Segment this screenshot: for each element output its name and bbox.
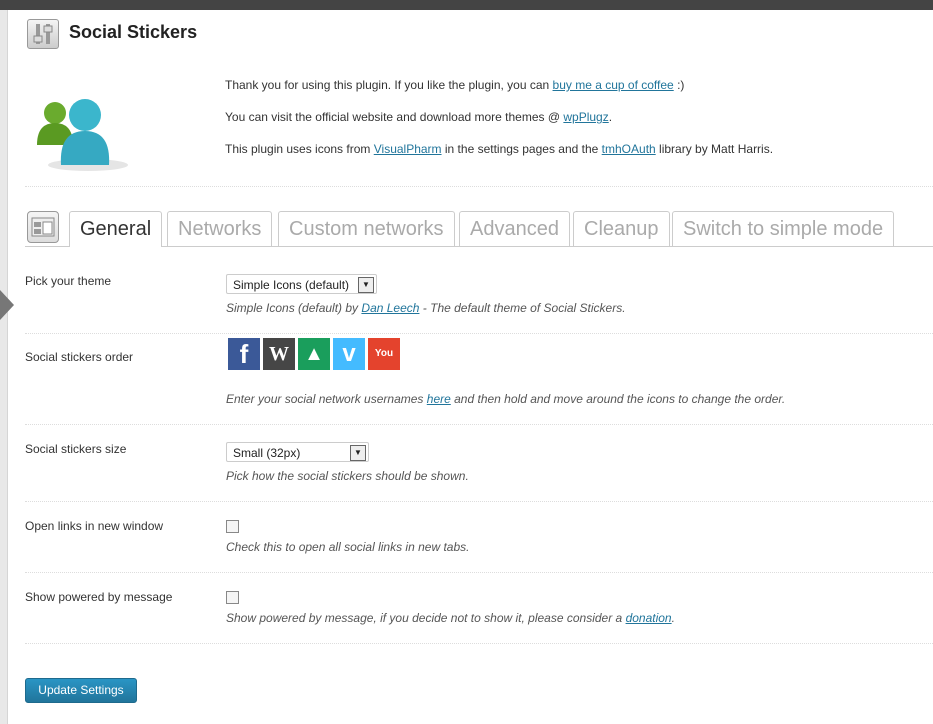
text: Enter your social network usernames [226, 392, 427, 406]
tab-switch-simple-mode[interactable]: Switch to simple mode [672, 211, 895, 246]
wpplugz-link[interactable]: wpPlugz [563, 110, 608, 124]
tmhoauth-link[interactable]: tmhOAuth [602, 142, 656, 156]
theme-description: Simple Icons (default) by Dan Leech - Th… [226, 301, 626, 315]
new-window-description: Check this to open all social links in n… [226, 540, 470, 554]
forrst-icon[interactable]: ▲ [298, 338, 330, 370]
layout-icon [27, 211, 59, 243]
order-label: Social stickers order [25, 350, 134, 364]
text: in the settings pages and the [441, 142, 602, 156]
tab-bar: General Networks Custom networks Advance… [25, 210, 933, 247]
page-title: Social Stickers [69, 22, 198, 42]
new-window-checkbox[interactable] [226, 520, 239, 533]
theme-select[interactable]: Simple Icons (default) ▼ [226, 274, 377, 294]
tab-custom-networks[interactable]: Custom networks [278, 211, 455, 246]
coffee-link[interactable]: buy me a cup of coffee [553, 78, 674, 92]
vimeo-icon[interactable]: v [333, 338, 365, 370]
theme-label: Pick your theme [25, 274, 112, 288]
text: Simple Icons (default) by [226, 301, 362, 315]
size-label: Social stickers size [25, 442, 127, 456]
tab-general[interactable]: General [69, 211, 163, 247]
tab-networks[interactable]: Networks [167, 211, 273, 246]
divider [25, 572, 933, 573]
settings-sliders-icon [27, 19, 59, 49]
text: . [608, 110, 613, 124]
chevron-down-icon: ▼ [358, 277, 374, 293]
chevron-down-icon: ▼ [350, 445, 366, 461]
tab-cleanup[interactable]: Cleanup [573, 211, 670, 246]
current-menu-arrow [0, 290, 14, 320]
size-description: Pick how the social stickers should be s… [226, 469, 469, 483]
donation-link[interactable]: donation [626, 611, 672, 625]
tab-advanced[interactable]: Advanced [459, 211, 570, 246]
select-value: Small (32px) [233, 446, 301, 460]
intro-line-2: You can visit the official website and d… [225, 110, 612, 124]
admin-sidebar [0, 10, 8, 724]
text: Thank you for using this plugin. If you … [225, 78, 553, 92]
text: This plugin uses icons from [225, 142, 374, 156]
divider [25, 333, 933, 334]
text: - The default theme of Social Stickers. [419, 301, 626, 315]
powered-by-checkbox[interactable] [226, 591, 239, 604]
intro-line-3: This plugin uses icons from VisualPharm … [225, 142, 773, 156]
wordpress-icon[interactable]: W [263, 338, 295, 370]
facebook-icon[interactable]: f [228, 338, 260, 370]
here-link[interactable]: here [427, 392, 451, 406]
text: Show powered by message, if you decide n… [226, 611, 626, 625]
size-select[interactable]: Small (32px) ▼ [226, 442, 369, 462]
youtube-icon[interactable]: You [368, 338, 400, 370]
divider [25, 424, 933, 425]
visualpharm-link[interactable]: VisualPharm [374, 142, 442, 156]
select-value: Simple Icons (default) [233, 278, 350, 292]
text: You can visit the official website and d… [225, 110, 564, 124]
new-window-label: Open links in new window [25, 519, 164, 533]
text: library by Matt Harris. [655, 142, 774, 156]
text: and then hold and move around the icons … [450, 392, 786, 406]
dan-leech-link[interactable]: Dan Leech [361, 301, 419, 315]
divider [25, 501, 933, 502]
users-icon [33, 85, 133, 175]
update-settings-button[interactable]: Update Settings [25, 678, 137, 703]
divider [25, 186, 933, 187]
sticker-list: f W ▲ v You [228, 338, 400, 370]
powered-by-description: Show powered by message, if you decide n… [226, 611, 675, 625]
divider [25, 643, 933, 644]
powered-by-label: Show powered by message [25, 590, 173, 604]
text: :) [673, 78, 685, 92]
text: . [671, 611, 675, 625]
intro-line-1: Thank you for using this plugin. If you … [225, 78, 684, 92]
order-description: Enter your social network usernames here… [226, 392, 785, 406]
admin-bar [0, 0, 933, 10]
